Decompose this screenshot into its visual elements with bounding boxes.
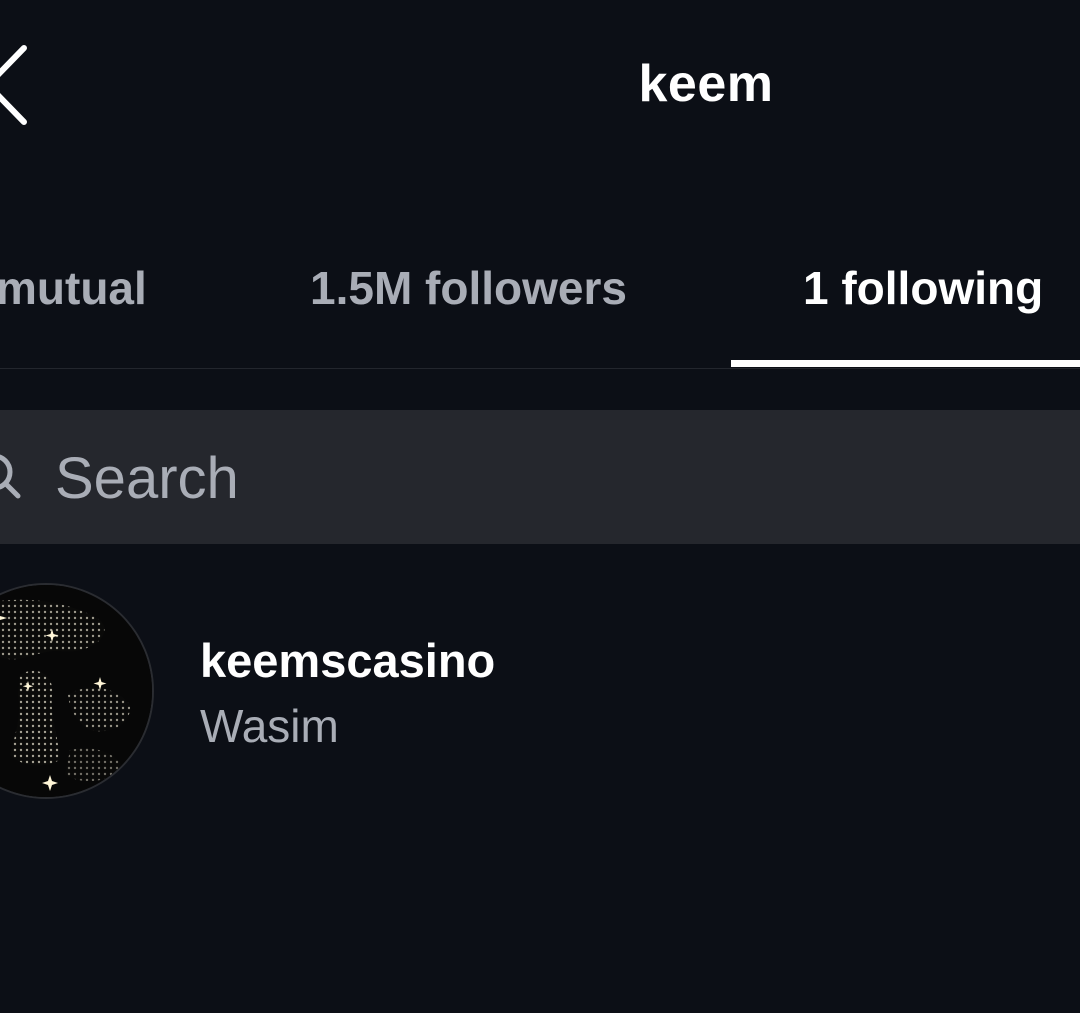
avatar[interactable] — [0, 585, 152, 797]
username: keemscasino — [200, 634, 496, 687]
following-screen: keem mutual 1.5M followers 1 following S… — [0, 0, 1080, 1013]
active-tab-indicator — [731, 360, 1080, 367]
tab-bar: mutual 1.5M followers 1 following — [0, 240, 1080, 369]
tab-followers[interactable]: 1.5M followers — [310, 260, 627, 316]
search-input[interactable] — [55, 448, 955, 508]
page-title: keem — [638, 55, 774, 113]
tab-mutual[interactable]: mutual — [0, 260, 147, 316]
tab-following[interactable]: 1 following — [803, 260, 1043, 316]
list-item[interactable]: keemscasino Wasim — [0, 585, 1080, 797]
full-name: Wasim — [200, 700, 339, 752]
search-icon — [0, 454, 21, 499]
